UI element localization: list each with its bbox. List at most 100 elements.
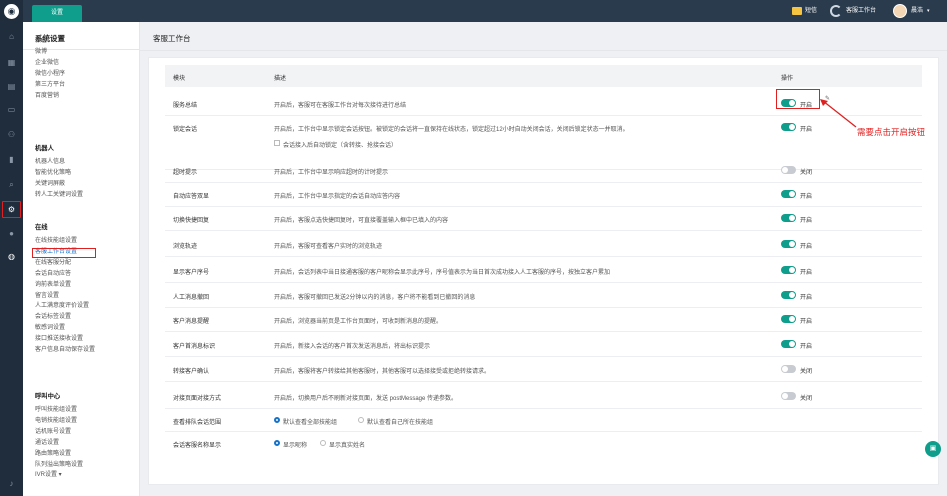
toggle-highlight-box	[776, 89, 820, 109]
radio-label: 默认查看自己所在技能组	[367, 420, 434, 426]
column-header-action: 操作	[781, 76, 794, 82]
sidebar-item[interactable]: 微信	[35, 35, 47, 44]
notification-icon[interactable]: ♪	[6, 478, 17, 489]
auto-lock-checkbox[interactable]	[274, 140, 280, 146]
sms-link[interactable]: 短信	[805, 0, 817, 22]
row-divider	[165, 230, 922, 231]
sidebar-item[interactable]: 路由策略设置	[35, 448, 71, 457]
chart-icon[interactable]: ▮	[6, 154, 17, 165]
sidebar-item[interactable]: 通话设置	[35, 437, 59, 446]
sidebar-item[interactable]: 电销技能组设置	[35, 415, 77, 424]
row-description: 开启后，客服可撤回已发送2分钟以内的消息，客户将不能看到已撤回的消息	[274, 295, 476, 301]
user-name[interactable]: 晨浩	[911, 0, 923, 22]
account-icon[interactable]: ◍	[6, 251, 17, 262]
radio-button[interactable]	[358, 417, 364, 423]
grid-icon[interactable]: ▦	[6, 57, 17, 68]
row-module-name: 对接页面对接方式	[173, 396, 222, 402]
toggle-label: 开启	[800, 344, 813, 350]
sidebar-item[interactable]: 敏感词设置	[35, 322, 65, 331]
row-description: 开启后，客服将客户转接给其他客服时，其他客服可以选择接受或拒绝转接请求。	[274, 369, 491, 375]
toggle-switch[interactable]	[781, 190, 796, 198]
users-icon[interactable]: ⚇	[6, 129, 17, 140]
row-divider	[165, 206, 922, 207]
app-logo-icon[interactable]: ◉	[4, 4, 19, 19]
sidebar-item[interactable]: 客户信息自动保存设置	[35, 344, 95, 353]
toggle-knob	[789, 191, 795, 197]
toggle-switch[interactable]	[781, 315, 796, 323]
workstation-icon[interactable]	[830, 5, 842, 17]
sidebar-item[interactable]: 呼叫技能组设置	[35, 404, 77, 413]
toggle-switch[interactable]	[781, 365, 796, 373]
sidebar-item[interactable]: 在线客服分配	[35, 257, 71, 266]
toggle-switch[interactable]	[781, 123, 796, 131]
sidebar-item[interactable]: 第三方平台	[35, 79, 65, 88]
sidebar-item[interactable]: 会话自动应答	[35, 268, 71, 277]
sidebar-item[interactable]: 企业微信	[35, 57, 59, 66]
toggle-switch[interactable]	[781, 340, 796, 348]
toggle-label: 开启	[800, 319, 813, 325]
tab-settings[interactable]: 设置	[32, 5, 82, 22]
top-bar: 设置 短信 客服工作台 晨浩 ▾	[23, 0, 947, 22]
radio-button[interactable]	[274, 440, 280, 446]
chat-icon[interactable]: ▭	[6, 104, 17, 115]
row-module-name: 客户消息提醒	[173, 319, 210, 325]
toggle-switch[interactable]	[781, 291, 796, 299]
document-icon[interactable]: ▤	[6, 81, 17, 92]
column-header-desc: 描述	[274, 76, 287, 82]
sidebar-item[interactable]: 队列溢出策略设置	[35, 459, 83, 468]
sidebar-item[interactable]: 智能优化策略	[35, 167, 71, 176]
chat-float-button[interactable]: ▣	[925, 441, 941, 457]
sidebar-item[interactable]: 转人工关键词设置	[35, 189, 83, 198]
row-divider	[165, 331, 922, 332]
toggle-switch[interactable]	[781, 240, 796, 248]
row-description: 开启后，工作台中显示响应超时的计时提示	[274, 170, 389, 176]
row-description: 开启后，客服可查看客户实时的浏览轨迹	[274, 244, 383, 250]
toggle-switch[interactable]	[781, 166, 796, 174]
sidebar-item[interactable]: 微博	[35, 46, 47, 55]
row-module-name: 会话客服名称显示	[173, 443, 222, 449]
search-icon[interactable]: ⌕	[6, 179, 17, 190]
workstation-link[interactable]: 客服工作台	[846, 0, 876, 22]
toggle-switch[interactable]	[781, 266, 796, 274]
row-description: 开启后，工作台中显示指定的会话自动应答内容	[274, 194, 401, 200]
circle-icon[interactable]: ●	[6, 228, 17, 239]
row-divider	[165, 431, 922, 432]
radio-label: 显示真实姓名	[329, 443, 366, 449]
sidebar-scrollbar[interactable]	[139, 114, 140, 324]
sidebar-item[interactable]: 机器人信息	[35, 156, 65, 165]
toggle-knob	[782, 167, 788, 173]
sidebar-item[interactable]: 接口推送接收设置	[35, 333, 83, 342]
divider	[140, 50, 947, 51]
sidebar-item[interactable]: 微信小程序	[35, 68, 65, 77]
row-module-name: 切换快捷回复	[173, 218, 210, 224]
row-description: 开启后，客服点选快捷回复时，可直接覆盖输入框中已填入的内容	[274, 218, 449, 224]
radio-button[interactable]	[274, 417, 280, 423]
row-module-name: 查看排队会话范围	[173, 420, 222, 426]
sidebar-item[interactable]: 人工满意度评价设置	[35, 300, 89, 309]
sidebar-item[interactable]: 会话标签设置	[35, 311, 71, 320]
column-header-module: 模块	[173, 76, 186, 82]
page-title: 客服工作台	[153, 34, 191, 43]
toggle-switch[interactable]	[781, 214, 796, 222]
radio-button[interactable]	[320, 440, 326, 446]
sms-icon[interactable]	[792, 7, 802, 15]
sidebar-item[interactable]: IVR设置 ▾	[35, 469, 62, 478]
toggle-knob	[789, 292, 795, 298]
sidebar-item[interactable]: 在线技能组设置	[35, 235, 77, 244]
toggle-label: 开启	[800, 127, 813, 133]
sidebar-item[interactable]: 百度营销	[35, 90, 59, 99]
home-icon[interactable]: ⌂	[6, 31, 17, 42]
avatar[interactable]	[893, 4, 907, 18]
row-description: 开启后，浏览器当前页是工作台页面时，可收到新消息的提醒。	[274, 319, 443, 325]
chevron-down-icon[interactable]: ▾	[927, 0, 930, 22]
gear-highlight-box	[2, 201, 21, 218]
sidebar-item[interactable]: 询前表单设置	[35, 279, 71, 288]
row-divider	[165, 256, 922, 257]
sidebar-item[interactable]: 关键词屏蔽	[35, 178, 65, 187]
toggle-switch[interactable]	[781, 392, 796, 400]
sidebar-item[interactable]: 留言设置	[35, 290, 59, 299]
toggle-label: 开启	[800, 194, 813, 200]
row-description: 开启后，工作台中显示锁定会话按钮。被锁定的会话将一直保持在线状态，锁定超过12小…	[274, 127, 629, 133]
sidebar-item[interactable]: 话机账号设置	[35, 426, 71, 435]
toggle-label: 关闭	[800, 396, 813, 402]
